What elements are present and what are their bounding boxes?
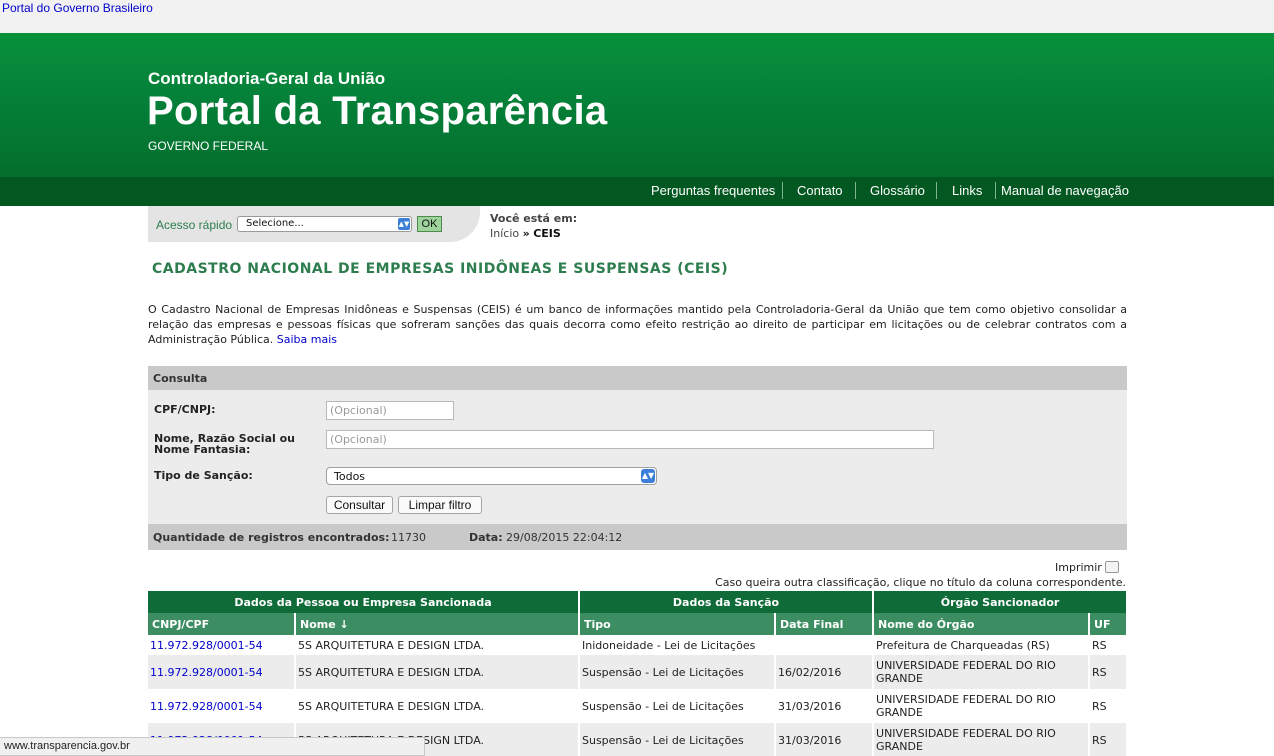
quick-access-ok-button[interactable]: OK (417, 216, 442, 232)
org-name: Controladoria-Geral da União (148, 69, 386, 88)
col-cnpj[interactable]: CNPJ/CPF (148, 613, 296, 635)
quick-access-label: Acesso rápido (156, 218, 233, 232)
table-column-header: CNPJ/CPF Nome ↓ Tipo Data Final Nome do … (148, 613, 1129, 635)
row-nome: 5S ARQUITETURA E DESIGN LTDA. (295, 689, 580, 723)
quick-access-select[interactable]: Selecione... ▲▼ (237, 216, 412, 232)
group-organ: Órgão Sancionador (873, 591, 1129, 613)
breadcrumb-current: CEIS (533, 227, 561, 240)
table-group-header: Dados da Pessoa ou Empresa Sancionada Da… (148, 591, 1129, 613)
group-sanction: Dados da Sanção (579, 591, 875, 613)
select-arrows-icon: ▲▼ (641, 469, 655, 483)
sanction-type-label: Tipo de Sanção: (154, 469, 253, 482)
breadcrumb-separator: » (522, 227, 530, 240)
col-nome[interactable]: Nome ↓ (295, 613, 580, 635)
row-orgao: Prefeitura de Charqueadas (RS) (873, 635, 1091, 655)
nav-separator (782, 182, 783, 199)
row-data: 31/03/2016 (775, 723, 875, 756)
row-nome: 5S ARQUITETURA E DESIGN LTDA. (295, 655, 580, 689)
nav-faq[interactable]: Perguntas frequentes (651, 183, 775, 198)
site-title[interactable]: Portal da Transparência (147, 89, 607, 134)
printer-icon (1104, 561, 1119, 573)
row-data: 16/02/2016 (775, 655, 875, 689)
nav-glossary[interactable]: Glossário (870, 183, 925, 198)
cpf-label: CPF/CNPJ: (154, 403, 216, 416)
site-header: Controladoria-Geral da União Portal da T… (0, 33, 1274, 177)
page-description: O Cadastro Nacional de Empresas Inidônea… (148, 302, 1127, 347)
sort-hint: Caso queira outra classificação, clique … (715, 576, 1126, 589)
nav-links[interactable]: Links (952, 183, 982, 198)
breadcrumb-heading: Você está em: (490, 212, 578, 225)
col-data-final[interactable]: Data Final (775, 613, 875, 635)
cpf-input[interactable]: (Opcional) (326, 401, 454, 420)
print-button[interactable]: Imprimir (1055, 561, 1119, 574)
table-row: 11.972.928/0001-54 5S ARQUITETURA E DESI… (148, 655, 1129, 689)
status-bar-url: www.transparencia.gov.br (0, 737, 425, 756)
table-row: 11.972.928/0001-54 5S ARQUITETURA E DESI… (148, 635, 1129, 655)
row-tipo: Inidoneidade - Lei de Licitações (579, 635, 776, 655)
quick-access-select-value: Selecione... (246, 218, 304, 229)
row-tipo: Suspensão - Lei de Licitações (579, 723, 776, 756)
print-label: Imprimir (1055, 561, 1102, 574)
table-row: 11.972.928/0001-54 5S ARQUITETURA E DESI… (148, 689, 1129, 723)
gov-bar: Portal do Governo Brasileiro (0, 0, 1274, 33)
col-tipo[interactable]: Tipo (579, 613, 776, 635)
row-orgao: UNIVERSIDADE FEDERAL DO RIO GRANDE (873, 655, 1091, 689)
row-tipo: Suspensão - Lei de Licitações (579, 655, 776, 689)
select-arrows-icon: ▲▼ (398, 218, 410, 230)
clear-filter-button[interactable]: Limpar filtro (398, 496, 482, 514)
count-label: Quantidade de registros encontrados: (153, 531, 390, 544)
site-subtitle: GOVERNO FEDERAL (148, 139, 269, 153)
results-stats: Quantidade de registros encontrados: 117… (148, 524, 1127, 550)
nav-manual[interactable]: Manual de navegação (1001, 183, 1129, 198)
top-nav: Perguntas frequentes Contato Glossário L… (0, 177, 1274, 206)
nav-contact[interactable]: Contato (797, 183, 843, 198)
group-person: Dados da Pessoa ou Empresa Sancionada (148, 591, 580, 613)
name-input[interactable]: (Opcional) (326, 430, 934, 449)
sanction-type-select[interactable]: Todos ▲▼ (326, 467, 657, 485)
row-cnpj-link[interactable]: 11.972.928/0001-54 (150, 639, 263, 652)
count-value: 11730 (391, 531, 426, 544)
breadcrumb-home[interactable]: Início (490, 227, 519, 240)
row-data (775, 635, 875, 655)
quick-access-panel: Acesso rápido Selecione... ▲▼ OK (148, 206, 480, 242)
date-label: Data: (469, 531, 503, 544)
row-nome: 5S ARQUITETURA E DESIGN LTDA. (295, 635, 580, 655)
row-data: 31/03/2016 (775, 689, 875, 723)
row-cnpj-link[interactable]: 11.972.928/0001-54 (150, 700, 263, 713)
date-value: 29/08/2015 22:04:12 (506, 531, 623, 544)
breadcrumb: Você está em: Início » CEIS (490, 212, 577, 240)
learn-more-link[interactable]: Saiba mais (277, 333, 337, 346)
nav-separator (995, 182, 996, 199)
row-uf: RS (1089, 635, 1129, 655)
col-uf[interactable]: UF (1089, 613, 1129, 635)
row-uf: RS (1089, 723, 1129, 756)
results-table: Dados da Pessoa ou Empresa Sancionada Da… (148, 591, 1129, 756)
row-uf: RS (1089, 655, 1129, 689)
nav-separator (936, 182, 937, 199)
search-form-title: Consulta (148, 366, 1127, 390)
nav-separator (855, 182, 856, 199)
row-orgao: UNIVERSIDADE FEDERAL DO RIO GRANDE (873, 689, 1091, 723)
row-uf: RS (1089, 689, 1129, 723)
row-orgao: UNIVERSIDADE FEDERAL DO RIO GRANDE (873, 723, 1091, 756)
search-form: Consulta CPF/CNPJ: (Opcional) Nome, Razã… (148, 366, 1127, 550)
name-label: Nome, Razão Social ou Nome Fantasia: (154, 432, 295, 456)
gov-portal-link[interactable]: Portal do Governo Brasileiro (2, 1, 153, 15)
col-orgao[interactable]: Nome do Órgão (873, 613, 1091, 635)
row-tipo: Suspensão - Lei de Licitações (579, 689, 776, 723)
search-button[interactable]: Consultar (326, 496, 393, 514)
row-cnpj-link[interactable]: 11.972.928/0001-54 (150, 666, 263, 679)
page-title: CADASTRO NACIONAL DE EMPRESAS INIDÔNEAS … (152, 261, 729, 277)
sanction-type-value: Todos (334, 470, 366, 483)
